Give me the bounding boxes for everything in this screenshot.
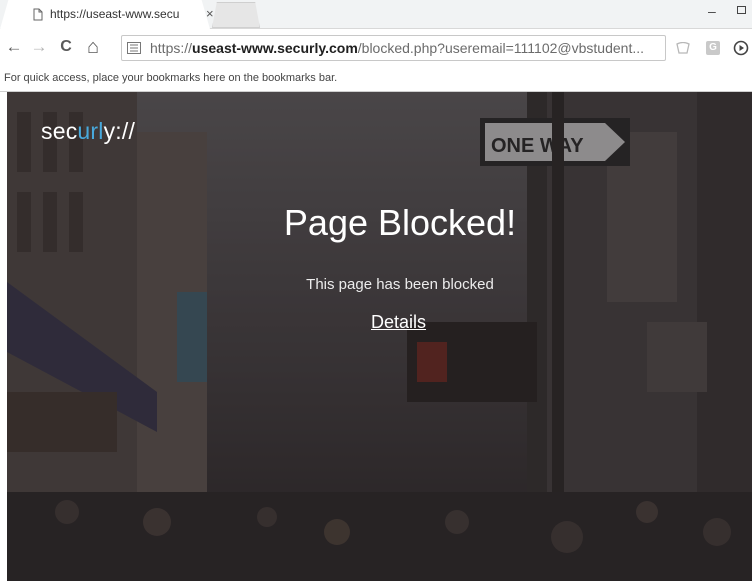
maximize-icon[interactable]: [737, 6, 746, 14]
securly-logo: securly://: [41, 118, 135, 145]
forward-button[interactable]: →: [30, 37, 48, 56]
blocked-page: ONE WAY securly:// Page Blocked! This pa…: [7, 92, 752, 581]
extension-icon[interactable]: [676, 42, 690, 54]
url-path: /blocked.php?useremail=111102@vbstudent.…: [357, 40, 644, 56]
reload-button[interactable]: C: [57, 38, 75, 56]
logo-text-part2: y://: [103, 118, 136, 144]
new-tab-button[interactable]: [212, 2, 260, 28]
url-scheme: https://: [150, 40, 193, 56]
address-bar[interactable]: https://useast-www.securly.com/blocked.p…: [121, 35, 666, 61]
logo-text-part1: sec: [41, 118, 78, 144]
tab-title: https://useast-www.secu: [50, 7, 180, 21]
page-icon: [33, 8, 43, 21]
page-info-icon[interactable]: [127, 42, 141, 54]
browser-toolbar: ← → C ⌂ https://useast-www.securly.com/b…: [0, 29, 752, 65]
url-text[interactable]: https://useast-www.securly.com/blocked.p…: [150, 40, 650, 56]
blocked-message: This page has been blocked: [306, 276, 494, 293]
minimize-icon[interactable]: –: [708, 3, 716, 19]
bookmarks-bar-message: For quick access, place your bookmarks h…: [4, 72, 338, 84]
page-title: Page Blocked!: [283, 202, 517, 243]
close-tab-icon[interactable]: ×: [206, 6, 214, 21]
back-button[interactable]: ←: [5, 37, 23, 56]
extension-g-icon[interactable]: G: [706, 41, 720, 55]
logo-text-accent: url: [77, 118, 104, 144]
bookmarks-bar: For quick access, place your bookmarks h…: [0, 65, 752, 92]
tab-strip: https://useast-www.secu × –: [0, 0, 752, 29]
url-host: useast-www.securly.com: [192, 40, 358, 56]
background-overlay: [7, 92, 752, 581]
browser-tab[interactable]: https://useast-www.secu ×: [14, 0, 214, 29]
details-link[interactable]: Details: [371, 312, 426, 333]
play-extension-icon[interactable]: [733, 40, 749, 56]
home-button[interactable]: ⌂: [84, 36, 102, 58]
